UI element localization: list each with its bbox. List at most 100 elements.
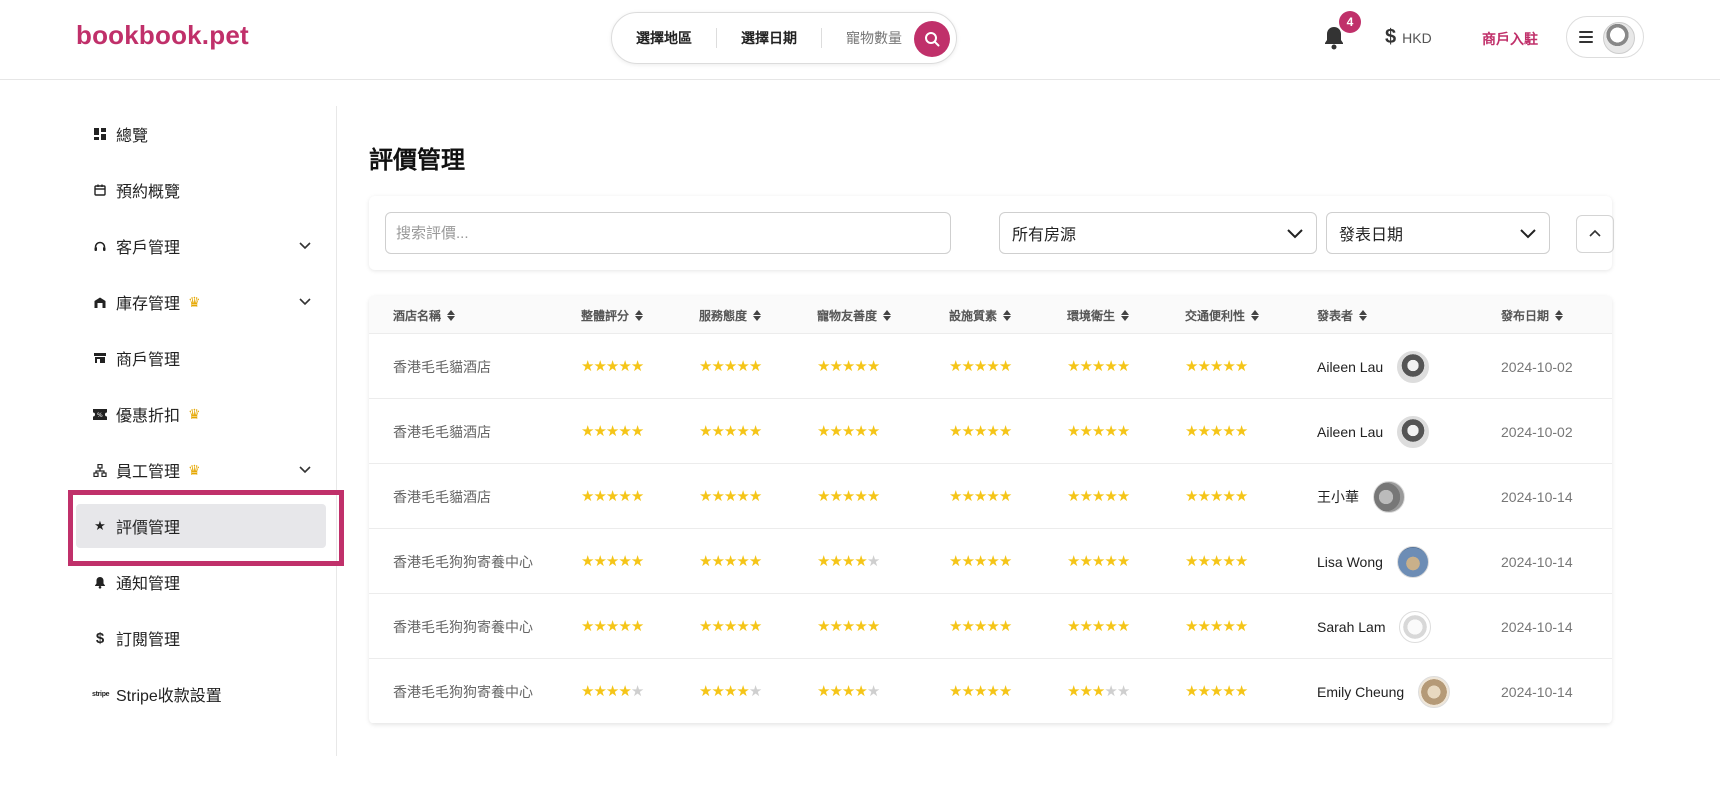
star-filled-icon: ★: [618, 488, 631, 505]
star-filled-icon: ★: [841, 488, 855, 505]
sidebar-item-reviews[interactable]: ★ 評價管理: [76, 504, 326, 548]
chevron-down-icon[interactable]: [298, 238, 312, 252]
crown-icon: ♛: [188, 405, 201, 422]
sidebar-item-stripe[interactable]: stripe Stripe收款設置: [76, 672, 326, 716]
sidebar-item-inventory[interactable]: 庫存管理 ♛: [76, 280, 326, 324]
star-filled-icon: ★: [961, 358, 974, 375]
author-avatar: [1396, 545, 1429, 578]
sort-icon[interactable]: [753, 310, 762, 321]
star-filled-icon: ★: [841, 358, 855, 375]
star-filled-icon: ★: [748, 618, 762, 635]
sort-icon[interactable]: [883, 310, 892, 321]
star-filled-icon: ★: [986, 618, 999, 635]
merchant-signup-link[interactable]: 商戶入駐: [1482, 29, 1538, 49]
chevron-down-icon[interactable]: [298, 294, 312, 308]
sidebar-item-notifications[interactable]: 通知管理: [76, 560, 326, 604]
star-filled-icon: ★: [854, 618, 867, 635]
date-sort-select[interactable]: 發表日期: [1326, 212, 1550, 254]
sidebar-item-discounts[interactable]: % 優惠折扣 ♛: [76, 392, 326, 436]
star-empty-icon: ★: [748, 683, 762, 700]
pet-friendliness-stars: ★ ★ ★ ★ ★: [817, 334, 880, 399]
star-filled-icon: ★: [711, 618, 724, 635]
stripe-icon: stripe: [92, 690, 110, 698]
sidebar-item-overview[interactable]: 總覽: [76, 112, 326, 156]
sidebar-item-subscription[interactable]: $ 訂閱管理: [76, 616, 326, 660]
region-selector[interactable]: 選擇地區: [636, 28, 692, 48]
star-filled-icon: ★: [1091, 488, 1105, 505]
col-transport-header[interactable]: 交通便利性: [1185, 307, 1260, 324]
table-row[interactable]: 香港毛毛狗狗寄養中心 ★ ★ ★ ★ ★ ★ ★ ★ ★ ★ ★ ★ ★ ★ ★ ★ ★ ★ ★ ★ ★ ★ ★ ★ ★ ★ ★ ★ ★ ★…: [369, 529, 1612, 594]
star-filled-icon: ★: [699, 618, 712, 635]
star-filled-icon: ★: [998, 553, 1012, 570]
author-name: 王小華: [1317, 488, 1359, 505]
table-row[interactable]: 香港毛毛貓酒店 ★ ★ ★ ★ ★ ★ ★ ★ ★ ★ ★ ★ ★ ★ ★ ★ ★ ★ ★ ★ ★ ★ ★ ★ ★ ★ ★ ★ ★ ★ 王小華…: [369, 464, 1612, 529]
star-filled-icon: ★: [1079, 423, 1092, 440]
star-filled-icon: ★: [1185, 488, 1198, 505]
chevron-down-icon[interactable]: [298, 462, 312, 476]
transport-stars: ★ ★ ★ ★ ★: [1185, 334, 1248, 399]
col-service-header[interactable]: 服務態度: [699, 307, 762, 324]
user-menu-button[interactable]: [1566, 16, 1644, 58]
sidebar-item-bookings[interactable]: 預約概覽: [76, 168, 326, 212]
search-bar[interactable]: 選擇地區 選擇日期 寵物數量: [611, 12, 957, 64]
facilities-stars: ★ ★ ★ ★ ★: [949, 334, 1012, 399]
table-row[interactable]: 香港毛毛貓酒店 ★ ★ ★ ★ ★ ★ ★ ★ ★ ★ ★ ★ ★ ★ ★ ★ ★ ★ ★ ★ ★ ★ ★ ★ ★ ★ ★ ★ ★ ★ Ail…: [369, 334, 1612, 399]
search-button[interactable]: [914, 21, 950, 57]
table-row[interactable]: 香港毛毛狗狗寄養中心 ★ ★ ★ ★ ★ ★ ★ ★ ★ ★ ★ ★ ★ ★ ★ ★ ★ ★ ★ ★ ★ ★ ★ ★ ★ ★ ★ ★ ★ ★…: [369, 659, 1612, 724]
transport-stars: ★ ★ ★ ★ ★: [1185, 659, 1248, 724]
transport-stars: ★ ★ ★ ★ ★: [1185, 464, 1248, 529]
collapse-filters-button[interactable]: [1576, 215, 1614, 253]
sidebar-item-customers[interactable]: 客戶管理: [76, 224, 326, 268]
star-filled-icon: ★: [581, 618, 594, 635]
bell-icon: [95, 576, 105, 589]
currency-selector[interactable]: $ HKD: [1385, 26, 1432, 49]
col-hotel-name-header[interactable]: 酒店名稱: [393, 307, 456, 324]
facilities-stars: ★ ★ ★ ★ ★: [949, 399, 1012, 464]
sort-icon[interactable]: [1003, 310, 1012, 321]
star-filled-icon: ★: [1067, 683, 1080, 700]
table-row[interactable]: 香港毛毛狗狗寄養中心 ★ ★ ★ ★ ★ ★ ★ ★ ★ ★ ★ ★ ★ ★ ★ ★ ★ ★ ★ ★ ★ ★ ★ ★ ★ ★ ★ ★ ★ ★…: [369, 594, 1612, 659]
col-date-header[interactable]: 發布日期: [1501, 307, 1564, 324]
review-search-input[interactable]: [385, 212, 951, 254]
logo[interactable]: bookbook.pet: [76, 20, 249, 51]
star-filled-icon: ★: [736, 618, 749, 635]
star-filled-icon: ★: [949, 618, 962, 635]
column-header-label: 寵物友善度: [817, 309, 878, 323]
sort-icon[interactable]: [635, 310, 644, 321]
table-row[interactable]: 香港毛毛貓酒店 ★ ★ ★ ★ ★ ★ ★ ★ ★ ★ ★ ★ ★ ★ ★ ★ ★ ★ ★ ★ ★ ★ ★ ★ ★ ★ ★ ★ ★ ★ Ail…: [369, 399, 1612, 464]
property-select[interactable]: 所有房源: [999, 212, 1317, 254]
col-author-header[interactable]: 發表者: [1317, 307, 1368, 324]
star-filled-icon: ★: [866, 423, 880, 440]
sort-icon[interactable]: [1251, 310, 1260, 321]
star-filled-icon: ★: [593, 553, 606, 570]
sidebar-item-staff[interactable]: 員工管理 ♛: [76, 448, 326, 492]
col-hygiene-header[interactable]: 環境衛生: [1067, 307, 1130, 324]
sidebar-item-label: 訂閱管理: [116, 632, 181, 649]
col-facilities-header[interactable]: 設施質素: [949, 307, 1012, 324]
star-filled-icon: ★: [1067, 488, 1080, 505]
star-filled-icon: ★: [986, 423, 999, 440]
col-overall-rating-header[interactable]: 整體評分: [581, 307, 644, 324]
star-filled-icon: ★: [711, 488, 724, 505]
star-filled-icon: ★: [593, 423, 606, 440]
star-filled-icon: ★: [1209, 423, 1223, 440]
page-title: 評價管理: [369, 147, 465, 174]
star-filled-icon: ★: [581, 488, 594, 505]
sort-icon[interactable]: [1359, 310, 1368, 321]
warehouse-icon: [94, 297, 106, 308]
star-filled-icon: ★: [854, 683, 867, 700]
star-filled-icon: ★: [723, 683, 737, 700]
sidebar-item-merchant[interactable]: 商戶管理: [76, 336, 326, 380]
sort-icon[interactable]: [1555, 310, 1564, 321]
col-pet-friendliness-header[interactable]: 寵物友善度: [817, 307, 892, 324]
pet-count-selector[interactable]: 寵物數量: [846, 28, 902, 48]
sort-icon[interactable]: [1121, 310, 1130, 321]
star-filled-icon: ★: [1185, 553, 1198, 570]
notification-badge: 4: [1339, 11, 1361, 33]
author-name: Aileen Lau: [1317, 358, 1384, 375]
date-selector[interactable]: 選擇日期: [741, 28, 797, 48]
star-filled-icon: ★: [699, 488, 712, 505]
divider: [716, 28, 717, 48]
pet-friendliness-stars: ★ ★ ★ ★ ★: [817, 529, 880, 594]
sort-icon[interactable]: [447, 310, 456, 321]
